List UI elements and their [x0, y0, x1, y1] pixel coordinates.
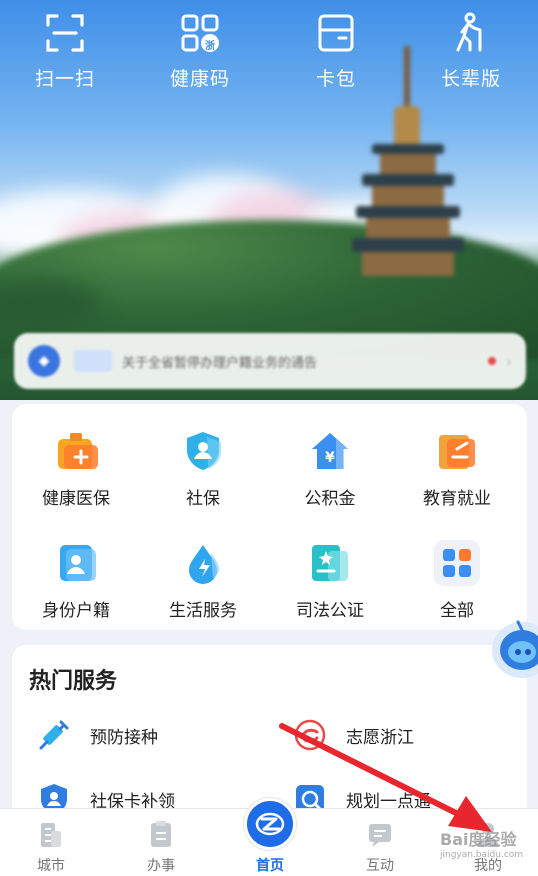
services-grid: 健康医保 社保 ¥ 公积金 教育就业 身份户籍 生活服务 司法公证 全部 [12, 404, 527, 630]
card-wallet-icon [318, 14, 354, 52]
svg-text:¥: ¥ [325, 450, 335, 466]
home-logo-icon [255, 812, 285, 836]
scan-button[interactable]: 扫一扫 [10, 12, 120, 91]
tasks-icon [151, 821, 171, 847]
health-code-button[interactable]: 浙 健康码 [145, 12, 255, 91]
medical-kit-icon [53, 428, 99, 474]
home-center-button[interactable] [244, 798, 296, 850]
watermark: Bai度经验 [440, 830, 517, 849]
chat-icon [369, 824, 391, 847]
water-drop-icon [180, 540, 226, 586]
robot-icon [492, 620, 538, 678]
grid-item-notary[interactable]: 司法公证 [266, 540, 394, 621]
social-security-icon [180, 428, 226, 474]
chevron-right-icon: › [505, 351, 512, 371]
top-actions: 扫一扫 浙 健康码 卡包 长辈版 [0, 12, 538, 92]
syringe-icon [36, 717, 72, 753]
watermark-url: jingyan.baidu.com [440, 850, 524, 860]
notice-icon: ◆ [28, 345, 60, 377]
unread-dot [487, 357, 496, 365]
assistant-robot-button[interactable] [488, 616, 538, 696]
nav-interact[interactable]: 互动 [335, 809, 425, 876]
service-vaccination[interactable]: 预防接种 [36, 717, 158, 753]
health-code-badge: 浙 [205, 41, 215, 52]
elder-mode-button[interactable]: 长辈版 [416, 12, 526, 91]
grid-item-all[interactable]: 全部 [393, 540, 521, 621]
housing-fund-icon: ¥ [307, 428, 353, 474]
grid-item-education[interactable]: 教育就业 [393, 428, 521, 509]
grid-item-medical[interactable]: 健康医保 [12, 428, 140, 509]
scan-icon [46, 14, 84, 52]
service-volunteer[interactable]: 志愿浙江 [292, 717, 414, 753]
grid-item-life-services[interactable]: 生活服务 [139, 540, 267, 621]
notary-icon [307, 540, 353, 586]
notice-bar[interactable]: ◆ 关于全省暂停办理户籍业务的通告 › [14, 333, 526, 389]
grid-item-housing-fund[interactable]: ¥ 公积金 [266, 428, 394, 509]
grid-item-id[interactable]: 身份户籍 [12, 540, 140, 621]
elder-mode-icon [456, 12, 482, 52]
notice-text: 关于全省暂停办理户籍业务的通告 [122, 355, 318, 371]
grid-item-social-security[interactable]: 社保 [139, 428, 267, 509]
education-icon [434, 428, 480, 474]
nav-tasks[interactable]: 办事 [116, 809, 206, 876]
volunteer-icon [292, 717, 328, 753]
card-wallet-button[interactable]: 卡包 [281, 12, 391, 91]
nav-city[interactable]: 城市 [6, 809, 96, 876]
id-card-icon [53, 540, 99, 586]
city-icon [41, 823, 61, 847]
hot-services-title: 热门服务 [29, 669, 118, 694]
all-apps-icon [434, 540, 480, 586]
